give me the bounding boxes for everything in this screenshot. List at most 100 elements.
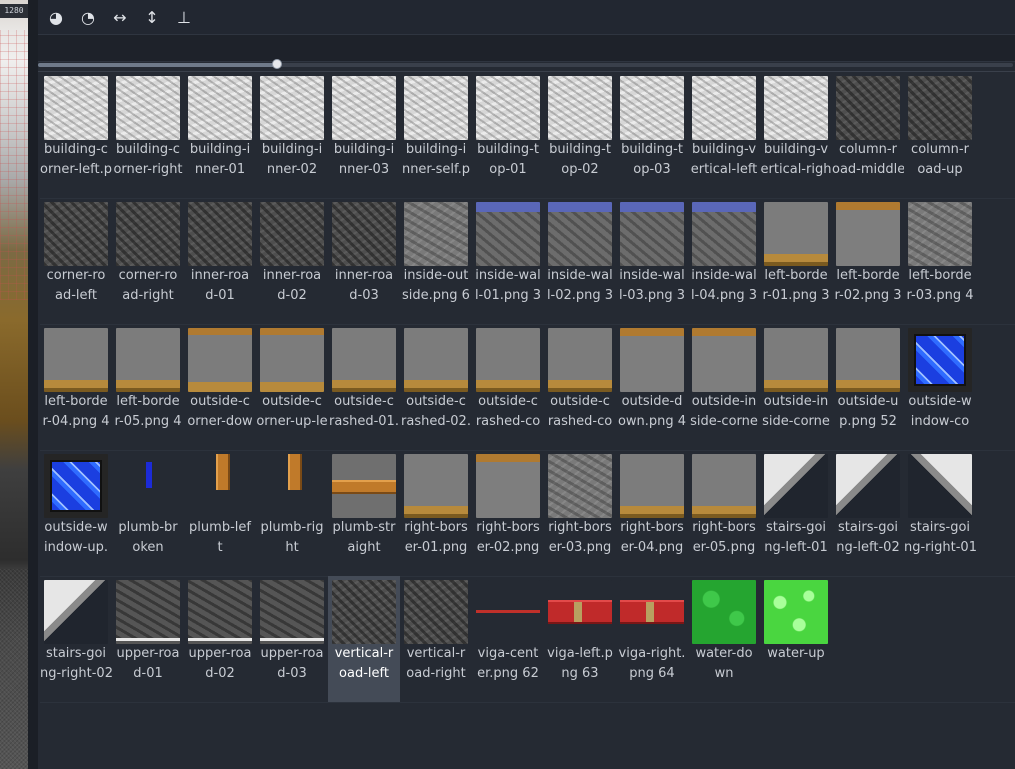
tile-item[interactable]: building-i nner-01 (184, 72, 256, 198)
tile-item[interactable]: outside-w indow-up. (40, 450, 112, 576)
tile-item[interactable]: stairs-goi ng-left-02 (832, 450, 904, 576)
tile-item[interactable]: inside-wal l-01.png 3 (472, 198, 544, 324)
tile-thumbnail (44, 202, 108, 266)
tile-item[interactable]: right-bors er-03.png (544, 450, 616, 576)
tile-item[interactable]: stairs-goi ng-right-01 (904, 450, 976, 576)
tile-item[interactable]: plumb-lef t (184, 450, 256, 576)
tile-label: building-c orner-right (112, 140, 184, 184)
zoom-slider-thumb[interactable] (271, 59, 282, 69)
tile-item[interactable]: outside-c rashed-02. (400, 324, 472, 450)
tile-item[interactable]: outside-c rashed-co (472, 324, 544, 450)
tile-item[interactable]: stairs-goi ng-right-02 (40, 576, 112, 702)
tile-item[interactable]: water-do wn (688, 576, 760, 702)
tile-item[interactable]: right-bors er-02.png (472, 450, 544, 576)
tile-item[interactable]: outside-c orner-dow (184, 324, 256, 450)
tile-item[interactable]: outside-w indow-co (904, 324, 976, 450)
tile-item[interactable]: viga-cent er.png 62 (472, 576, 544, 702)
tile-item[interactable]: left-borde r-01.png 3 (760, 198, 832, 324)
tile-item[interactable]: left-borde r-02.png 3 (832, 198, 904, 324)
tile-item[interactable]: building-i nner-02 (256, 72, 328, 198)
tile-item[interactable]: plumb-br oken (112, 450, 184, 576)
toolbar-button-stamp[interactable]: ⊥ (168, 0, 200, 34)
tile-item[interactable]: building-i nner-self.p (400, 72, 472, 198)
tile-label-line: right-bors (548, 520, 612, 535)
tile-item[interactable]: inside-wal l-03.png 3 (616, 198, 688, 324)
tile-item[interactable]: outside-in side-corne (688, 324, 760, 450)
tile-label-line: outside-c (190, 394, 250, 409)
tile-thumbnail (260, 580, 324, 644)
tile-item[interactable]: stairs-goi ng-left-01 (760, 450, 832, 576)
tile-item[interactable]: upper-roa d-02 (184, 576, 256, 702)
tile-label-line: upper-roa (260, 646, 324, 661)
tile-item[interactable]: upper-roa d-03 (256, 576, 328, 702)
tile-item[interactable]: left-borde r-03.png 4 (904, 198, 976, 324)
tile-item[interactable]: upper-roa d-01 (112, 576, 184, 702)
tile-item[interactable]: outside-d own.png 4 (616, 324, 688, 450)
tile-label-line: d-02 (277, 288, 307, 303)
tile-item[interactable]: building-v ertical-righ (760, 72, 832, 198)
zoom-slider[interactable] (38, 59, 1013, 69)
tile-item[interactable]: outside-in side-corne (760, 324, 832, 450)
tile-item[interactable]: viga-left.p ng 63 (544, 576, 616, 702)
filter-bar[interactable] (38, 34, 1015, 62)
tile-item[interactable]: plumb-str aight (328, 450, 400, 576)
tile-item[interactable]: left-borde r-05.png 4 (112, 324, 184, 450)
tile-label-line: upper-roa (116, 646, 180, 661)
tile-item[interactable]: vertical-r oad-right (400, 576, 472, 702)
tile-item[interactable]: inside-wal l-02.png 3 (544, 198, 616, 324)
tile-thumbnail (548, 202, 612, 266)
tile-label: outside-in side-corne (760, 392, 832, 436)
tile-item[interactable]: inner-roa d-03 (328, 198, 400, 324)
tile-item[interactable]: inner-roa d-01 (184, 198, 256, 324)
tile-item[interactable]: building-t op-02 (544, 72, 616, 198)
tile-item[interactable]: right-bors er-05.png (688, 450, 760, 576)
tile-label: upper-roa d-01 (112, 644, 184, 688)
tile-thumbnail (188, 202, 252, 266)
tile-item[interactable]: column-r oad-middle (832, 72, 904, 198)
tile-label-line: ertical-righ (760, 162, 832, 177)
tile-label: plumb-rig ht (256, 518, 328, 562)
tile-item[interactable]: building-i nner-03 (328, 72, 400, 198)
toolbar-button-horizontal-arrows[interactable]: ↔ (104, 0, 136, 34)
tile-label: stairs-goi ng-right-01 (904, 518, 976, 562)
tile-item[interactable]: viga-right. png 64 (616, 576, 688, 702)
toolbar-button-vertical-arrows[interactable]: ↕ (136, 0, 168, 34)
tile-row: outside-w indow-up. plumb-br oken plumb-lef t… (40, 450, 1015, 577)
toolbar-button-pie-half[interactable]: ◔ (72, 0, 104, 34)
tile-item[interactable]: outside-c orner-up-le (256, 324, 328, 450)
tile-thumbnail (404, 76, 468, 140)
tile-item[interactable]: inside-out side.png 6 (400, 198, 472, 324)
tile-thumbnail (620, 328, 684, 392)
tile-item[interactable]: outside-u p.png 52 (832, 324, 904, 450)
tile-label-line: outside-c (478, 394, 538, 409)
tile-item[interactable]: building-t op-03 (616, 72, 688, 198)
tile-label: inside-wal l-03.png 3 (616, 266, 688, 310)
tile-label-line: wn (714, 666, 734, 681)
tile-label-line: left-borde (836, 268, 900, 283)
tile-item[interactable]: building-c orner-right (112, 72, 184, 198)
tile-thumbnail (764, 580, 828, 644)
tile-thumbnail (332, 328, 396, 392)
tile-item[interactable]: water-up (760, 576, 832, 702)
tile-item[interactable]: corner-ro ad-left (40, 198, 112, 324)
tile-item[interactable]: left-borde r-04.png 4 (40, 324, 112, 450)
tile-label: outside-u p.png 52 (832, 392, 904, 436)
toolbar-button-pie-full[interactable]: ◕ (40, 0, 72, 34)
tile-item[interactable]: building-c orner-left.p (40, 72, 112, 198)
tile-item[interactable]: right-bors er-01.png (400, 450, 472, 576)
tile-item[interactable]: inside-wal l-04.png 3 (688, 198, 760, 324)
tile-item[interactable]: building-t op-01 (472, 72, 544, 198)
tile-label-line: outside-u (837, 394, 899, 409)
tile-item[interactable]: outside-c rashed-co (544, 324, 616, 450)
tile-item[interactable]: right-bors er-04.png (616, 450, 688, 576)
tile-item[interactable]: corner-ro ad-right (112, 198, 184, 324)
tile-label: stairs-goi ng-left-01 (760, 518, 832, 562)
tile-item[interactable]: outside-c rashed-01. (328, 324, 400, 450)
tile-label-line: ng-right-01 (904, 540, 976, 555)
tile-label-line: outside-c (334, 394, 394, 409)
tile-item[interactable]: inner-roa d-02 (256, 198, 328, 324)
tile-item[interactable]: vertical-r oad-left (328, 576, 400, 702)
tile-item[interactable]: plumb-rig ht (256, 450, 328, 576)
tile-item[interactable]: column-r oad-up (904, 72, 976, 198)
tile-item[interactable]: building-v ertical-left (688, 72, 760, 198)
